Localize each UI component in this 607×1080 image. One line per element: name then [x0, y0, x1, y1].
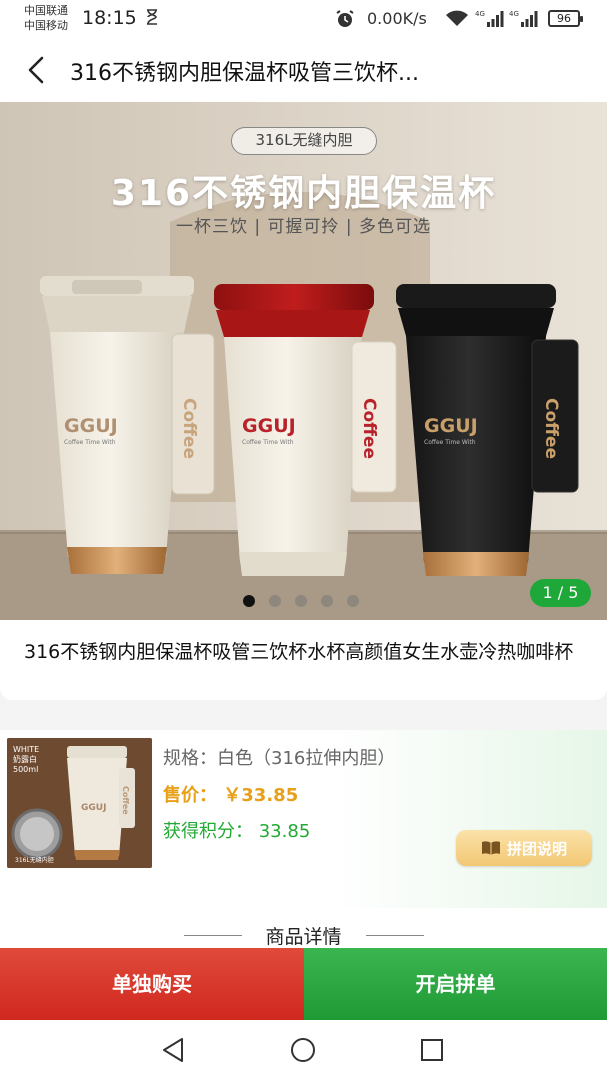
spec-text: 规格：白色（316拉伸内胆）	[163, 748, 396, 769]
points-label: 获得积分：	[163, 821, 253, 842]
carousel-dot[interactable]	[321, 595, 333, 607]
points-row: 获得积分： 33.85	[163, 817, 310, 843]
details-section-header: 商品详情	[0, 908, 607, 948]
thumbnail-image: WHITE 奶露白 500ml GGUJ Coffee 316L无缝内胆	[7, 738, 152, 868]
start-group-button[interactable]: 开启拼单	[304, 948, 607, 1020]
spec-thumbnail[interactable]: WHITE 奶露白 500ml GGUJ Coffee 316L无缝内胆	[7, 738, 152, 868]
points-value: 33.85	[258, 821, 311, 842]
signal-2-label: 4G	[509, 10, 519, 18]
feature-badge: 316L无缝内胆	[231, 127, 377, 155]
back-arrow-icon[interactable]	[22, 54, 50, 86]
price-value: ￥33.85	[223, 785, 299, 806]
signal-icon: 4G	[475, 10, 504, 27]
nav-back-icon[interactable]	[161, 1037, 185, 1063]
product-title: 316不锈钢内胆保温杯吸管三饮杯水杯高颜值女生水壶冷热咖啡杯	[24, 641, 574, 663]
promo-headline: 316不锈钢内胆保温杯	[110, 173, 497, 214]
battery-icon: 96	[548, 10, 583, 27]
carrier-1: 中国联通	[24, 4, 68, 17]
cup-2-tagline: Coffee Time With	[242, 439, 294, 446]
thumb-label-1: WHITE	[13, 745, 39, 754]
divider	[366, 935, 424, 936]
carousel-dot[interactable]	[243, 595, 255, 607]
carousel-dots	[243, 595, 359, 607]
price-row: 售价： ￥33.85	[163, 781, 298, 807]
details-heading: 商品详情	[265, 926, 342, 948]
page-title: 316不锈钢内胆保温杯吸管三饮杯...	[70, 61, 419, 86]
status-bar: 中国联通 中国移动 18:15 0.00K/s 4G 4G 96	[0, 0, 607, 38]
header: 316不锈钢内胆保温杯吸管三饮杯...	[0, 38, 607, 102]
nav-home-icon[interactable]	[290, 1037, 316, 1063]
carrier-names: 中国联通 中国移动	[24, 3, 68, 33]
wifi-icon	[446, 10, 468, 26]
carousel-dot[interactable]	[269, 595, 281, 607]
cup-1-tagline: Coffee Time With	[64, 439, 116, 446]
buy-single-button[interactable]: 单独购买	[0, 948, 304, 1020]
image-counter: 1 / 5	[530, 579, 591, 607]
thumb-label-2: 奶露白	[13, 754, 37, 764]
group-info-label: 拼团说明	[506, 839, 567, 858]
nav-recent-apps-icon[interactable]	[420, 1038, 444, 1062]
promo-subline: 一杯三饮 | 可握可拎 | 多色可选	[175, 217, 432, 237]
status-time: 18:15	[82, 7, 137, 29]
cup-3-brand: GGUJ	[424, 415, 478, 437]
carrier-2: 中国移动	[24, 19, 68, 32]
cup-3-tagline: Coffee Time With	[424, 439, 476, 446]
cup-1-brand: GGUJ	[64, 415, 118, 437]
strap-1-text: Coffee	[179, 398, 199, 459]
system-nav-bar	[0, 1020, 607, 1080]
net-speed: 0.00K/s	[367, 9, 427, 28]
signal-1-label: 4G	[475, 10, 485, 18]
battery-level: 96	[557, 12, 571, 25]
strap-2-text: Coffee	[359, 398, 379, 459]
book-icon	[481, 841, 500, 855]
product-title-card: 316不锈钢内胆保温杯吸管三饮杯水杯高颜值女生水壶冷热咖啡杯	[0, 620, 607, 700]
strap-3-text: Coffee	[541, 398, 561, 459]
thumb-label-3: 500ml	[13, 765, 38, 774]
alarm-icon	[336, 10, 354, 27]
carousel-dot[interactable]	[347, 595, 359, 607]
carousel-dot[interactable]	[295, 595, 307, 607]
thumb-brand: GGUJ	[81, 803, 106, 813]
hourglass-icon	[147, 9, 157, 25]
thumb-strap: Coffee	[121, 786, 130, 815]
group-info-button[interactable]: 拼团说明	[456, 830, 592, 866]
thumb-label-4: 316L无缝内胆	[15, 856, 54, 864]
spec-card: WHITE 奶露白 500ml GGUJ Coffee 316L无缝内胆 规格：…	[0, 730, 607, 908]
price-label: 售价：	[163, 785, 217, 806]
cup-2-brand: GGUJ	[242, 415, 296, 437]
product-image-carousel[interactable]: GGUJ Coffee Time With Coffee GGUJ Coffee…	[0, 102, 607, 620]
signal-icon: 4G	[509, 10, 538, 27]
